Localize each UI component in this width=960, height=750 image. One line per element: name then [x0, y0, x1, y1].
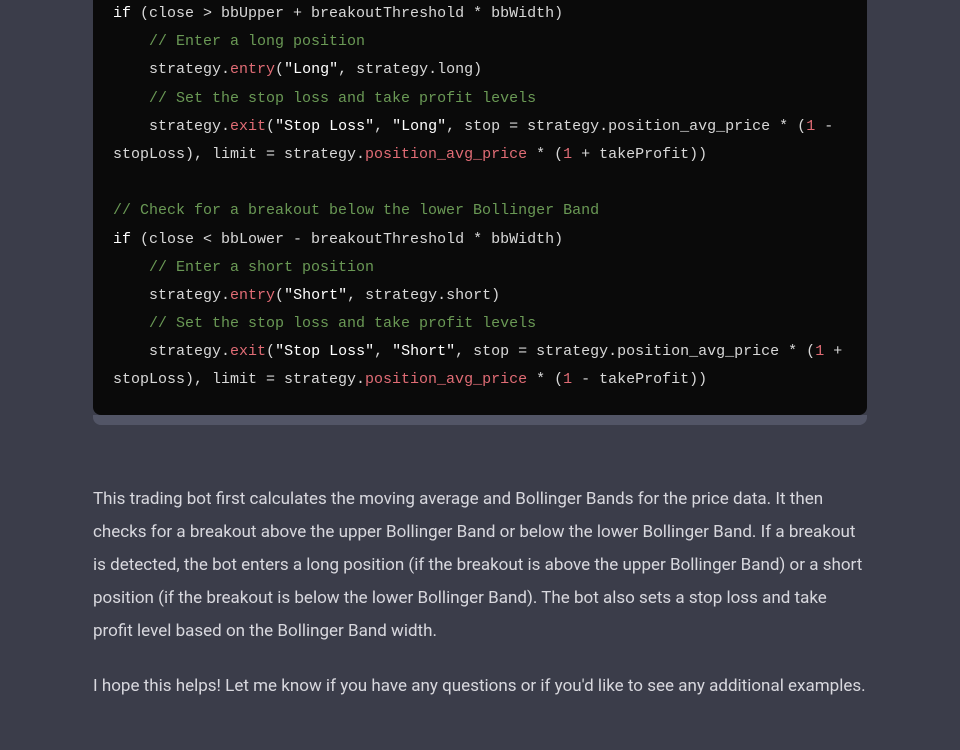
code-token: , [374, 118, 392, 135]
code-token: position_avg_price [365, 371, 527, 388]
explanation-text: This trading bot first calculates the mo… [93, 483, 867, 704]
code-token: // Enter a long position [149, 33, 365, 50]
code-line: strategy.exit("Stop Loss", "Short", stop… [113, 343, 851, 388]
code-line: // Set the stop loss and take profit lev… [113, 315, 536, 332]
code-token: exit [230, 343, 266, 360]
code-token: - takeProfit)) [572, 371, 707, 388]
code-line: strategy.entry("Long", strategy.long) [113, 61, 482, 78]
code-line: // Set the stop loss and take profit lev… [113, 90, 536, 107]
paragraph-1: This trading bot first calculates the mo… [93, 483, 867, 649]
code-token: ( [275, 61, 284, 78]
code-token: 1 [563, 371, 572, 388]
code-token: * ( [527, 146, 563, 163]
code-token: "Long" [284, 61, 338, 78]
code-token: // Set the stop loss and take profit lev… [149, 315, 536, 332]
code-token: , strategy.long) [338, 61, 482, 78]
code-token: // Set the stop loss and take profit lev… [149, 90, 536, 107]
code-token: position_avg_price [365, 146, 527, 163]
code-token: if [113, 5, 131, 22]
code-token: ( [266, 118, 275, 135]
code-token: strategy. [149, 343, 230, 360]
code-block[interactable]: if (close > bbUpper + breakoutThreshold … [93, 0, 867, 415]
code-line: strategy.exit("Stop Loss", "Long", stop … [113, 118, 842, 163]
code-token: exit [230, 118, 266, 135]
code-token: "Short" [392, 343, 455, 360]
code-token: "Stop Loss" [275, 343, 374, 360]
paragraph-2: I hope this helps! Let me know if you ha… [93, 670, 867, 703]
code-token: 1 [806, 118, 815, 135]
code-token: * ( [527, 371, 563, 388]
code-token: // Check for a breakout below the lower … [113, 202, 599, 219]
code-token: (close > bbUpper + breakoutThreshold * b… [131, 5, 563, 22]
code-token: if [113, 231, 131, 248]
code-token: , stop = strategy.position_avg_price * ( [455, 343, 815, 360]
code-line: // Check for a breakout below the lower … [113, 202, 599, 219]
code-token: // Enter a short position [149, 259, 374, 276]
code-line: if (close > bbUpper + breakoutThreshold … [113, 5, 563, 22]
code-token: , [374, 343, 392, 360]
code-line: strategy.entry("Short", strategy.short) [113, 287, 500, 304]
code-token: "Stop Loss" [275, 118, 374, 135]
code-line: // Enter a short position [113, 259, 374, 276]
code-scrollbar[interactable] [93, 415, 867, 425]
code-token: 1 [815, 343, 824, 360]
code-token: ( [275, 287, 284, 304]
code-token: entry [230, 61, 275, 78]
code-line: if (close < bbLower - breakoutThreshold … [113, 231, 563, 248]
chat-message: if (close > bbUpper + breakoutThreshold … [0, 0, 960, 703]
code-token: ( [266, 343, 275, 360]
code-token: , stop = strategy.position_avg_price * ( [446, 118, 806, 135]
code-token: strategy. [149, 61, 230, 78]
code-token: (close < bbLower - breakoutThreshold * b… [131, 231, 563, 248]
code-token: 1 [563, 146, 572, 163]
code-token: "Long" [392, 118, 446, 135]
code-token: + takeProfit)) [572, 146, 707, 163]
code-token: , strategy.short) [347, 287, 500, 304]
code-token: entry [230, 287, 275, 304]
code-line: // Enter a long position [113, 33, 365, 50]
code-token: "Short" [284, 287, 347, 304]
code-token: strategy. [149, 287, 230, 304]
code-token: strategy. [149, 118, 230, 135]
